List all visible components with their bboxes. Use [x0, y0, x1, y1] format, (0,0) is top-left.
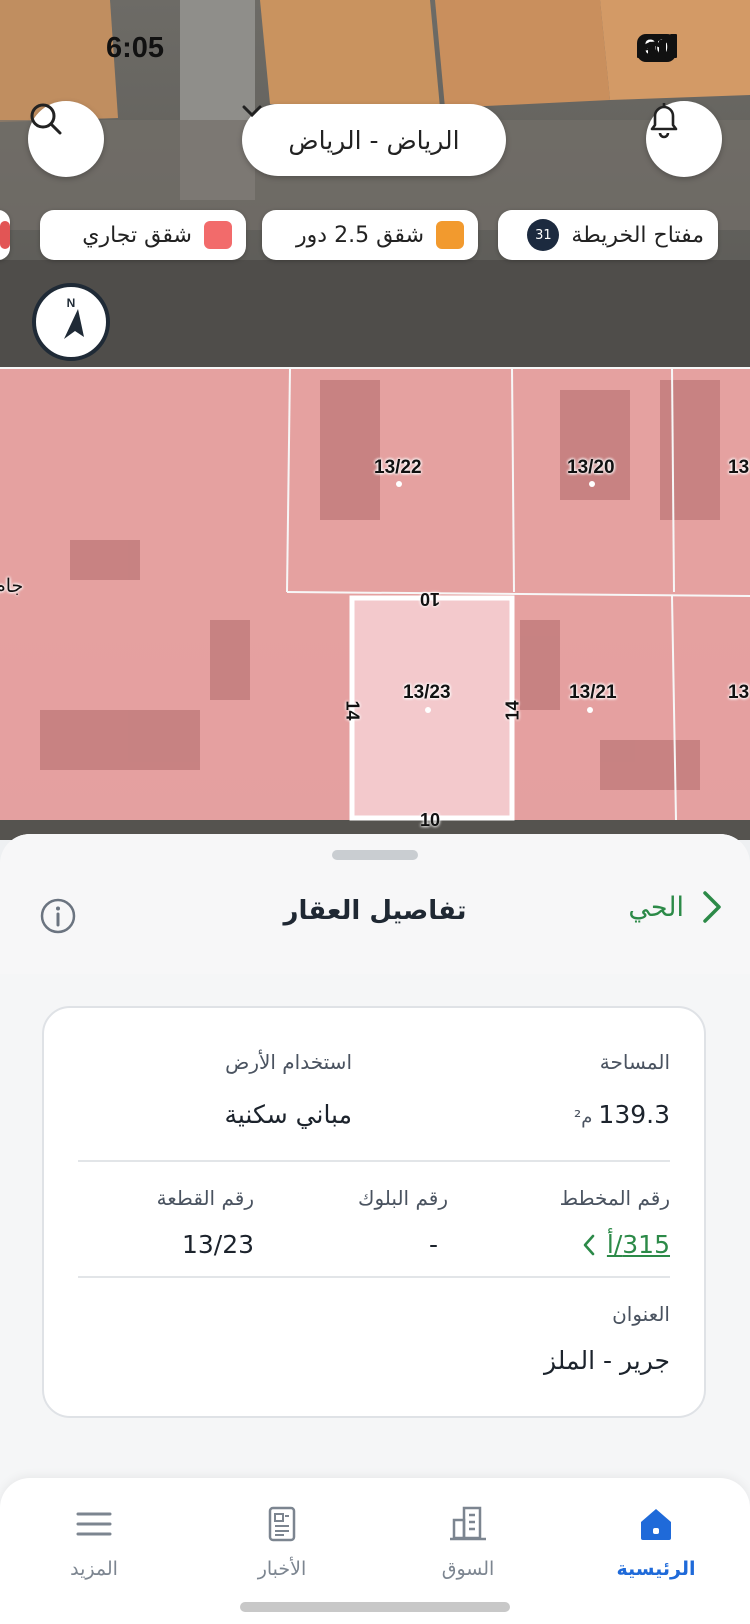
city-label: الرياض - الرياض — [288, 125, 460, 155]
compass-north-letter: N — [67, 296, 76, 310]
plot-label[interactable]: 13/22 — [374, 457, 422, 479]
neighborhood-back-button[interactable]: الحي — [628, 890, 722, 924]
chevron-left-icon — [583, 1234, 595, 1255]
block-number-value: - — [428, 1230, 438, 1259]
legend-swatch-orange — [436, 221, 464, 249]
wifi-icon — [637, 34, 670, 58]
filter-chip-partial[interactable] — [0, 210, 10, 260]
divider — [78, 1160, 670, 1162]
tab-home[interactable]: الرئيسية — [576, 1478, 736, 1588]
plan-number-value: 315/أ — [606, 1230, 670, 1259]
tab-market[interactable]: السوق — [388, 1478, 548, 1588]
tab-label: الرئيسية — [616, 1558, 696, 1580]
dimension-label-bottom: 10 — [420, 810, 441, 830]
area-unit: م² — [574, 1107, 593, 1128]
address-value: جرير - الملز — [543, 1346, 670, 1375]
map-key-chip[interactable]: مفتاح الخريطة 31 — [498, 210, 718, 260]
plot-label-selected[interactable]: 13/23 — [403, 682, 451, 704]
map-key-label: مفتاح الخريطة — [571, 222, 704, 248]
plot-label[interactable]: 13/21 — [569, 682, 617, 704]
tab-news[interactable]: الأخبار — [202, 1478, 362, 1588]
parcel-number-label: رقم القطعة — [156, 1186, 254, 1210]
chevron-down-icon — [242, 105, 262, 118]
filter-chip-apartments-2-5-floors[interactable]: شقق 2.5 دور — [262, 210, 478, 260]
status-icons: 90 — [636, 34, 677, 62]
search-icon — [30, 103, 62, 135]
area-value-group: م² 139.3 — [574, 1100, 670, 1129]
map-key-count: 31 — [527, 219, 560, 251]
plot-label[interactable]: 13 — [728, 457, 749, 479]
sheet-drag-handle[interactable] — [332, 850, 418, 860]
chevron-right-icon — [703, 891, 721, 923]
divider — [78, 1276, 670, 1278]
plan-number-label: رقم المخطط — [559, 1186, 670, 1210]
tab-label: السوق — [441, 1558, 495, 1580]
area-value: 139.3 — [598, 1100, 670, 1129]
plot-label[interactable]: 13 — [728, 682, 749, 704]
dimension-label-left: 14 — [342, 700, 363, 721]
chip-label: شقق تجاري — [82, 222, 192, 248]
plot-label[interactable]: 13/20 — [567, 457, 615, 479]
tab-label: الأخبار — [257, 1558, 307, 1580]
compass-icon: N — [64, 296, 84, 339]
news-icon — [268, 1506, 296, 1542]
tab-label: المزيد — [70, 1558, 118, 1580]
address-label: العنوان — [612, 1302, 670, 1326]
tab-more[interactable]: المزيد — [14, 1478, 174, 1588]
chip-label: شقق 2.5 دور — [296, 222, 424, 248]
bottom-tab-bar: الرئيسية السوق الأخبار المزيد — [0, 1478, 750, 1624]
menu-icon — [76, 1512, 112, 1536]
home-icon — [641, 1509, 671, 1540]
plan-number-link[interactable]: 315/أ — [583, 1230, 670, 1259]
land-use-label: استخدام الأرض — [225, 1050, 352, 1074]
city-selector[interactable]: الرياض - الرياض — [242, 104, 506, 176]
map-view[interactable]: 6:05 90 الرياض - الرياض مفتاح الخريطة 31… — [0, 0, 750, 840]
search-button[interactable] — [28, 101, 104, 177]
home-indicator — [240, 1602, 510, 1612]
dimension-label-right: 14 — [502, 700, 523, 721]
map-place-label: جام — [0, 576, 24, 597]
legend-swatch-partial — [0, 221, 10, 249]
building-icon — [450, 1506, 486, 1541]
legend-swatch-red — [204, 221, 232, 249]
area-label: المساحة — [599, 1050, 670, 1074]
filter-chip-commercial-apartments[interactable]: شقق تجاري — [40, 210, 246, 260]
notifications-button[interactable] — [646, 101, 722, 177]
property-details-card: المساحة م² 139.3 استخدام الأرض مباني سكن… — [42, 1006, 706, 1418]
parcel-number-value: 13/23 — [181, 1230, 254, 1259]
back-label: الحي — [628, 891, 684, 923]
land-use-value: مباني سكنية — [224, 1100, 352, 1129]
dimension-label-top: 10 — [420, 589, 441, 609]
block-number-label: رقم البلوك — [357, 1186, 448, 1210]
compass-button[interactable]: N — [32, 283, 110, 361]
status-time: 6:05 — [106, 32, 165, 64]
bell-icon — [650, 103, 678, 139]
